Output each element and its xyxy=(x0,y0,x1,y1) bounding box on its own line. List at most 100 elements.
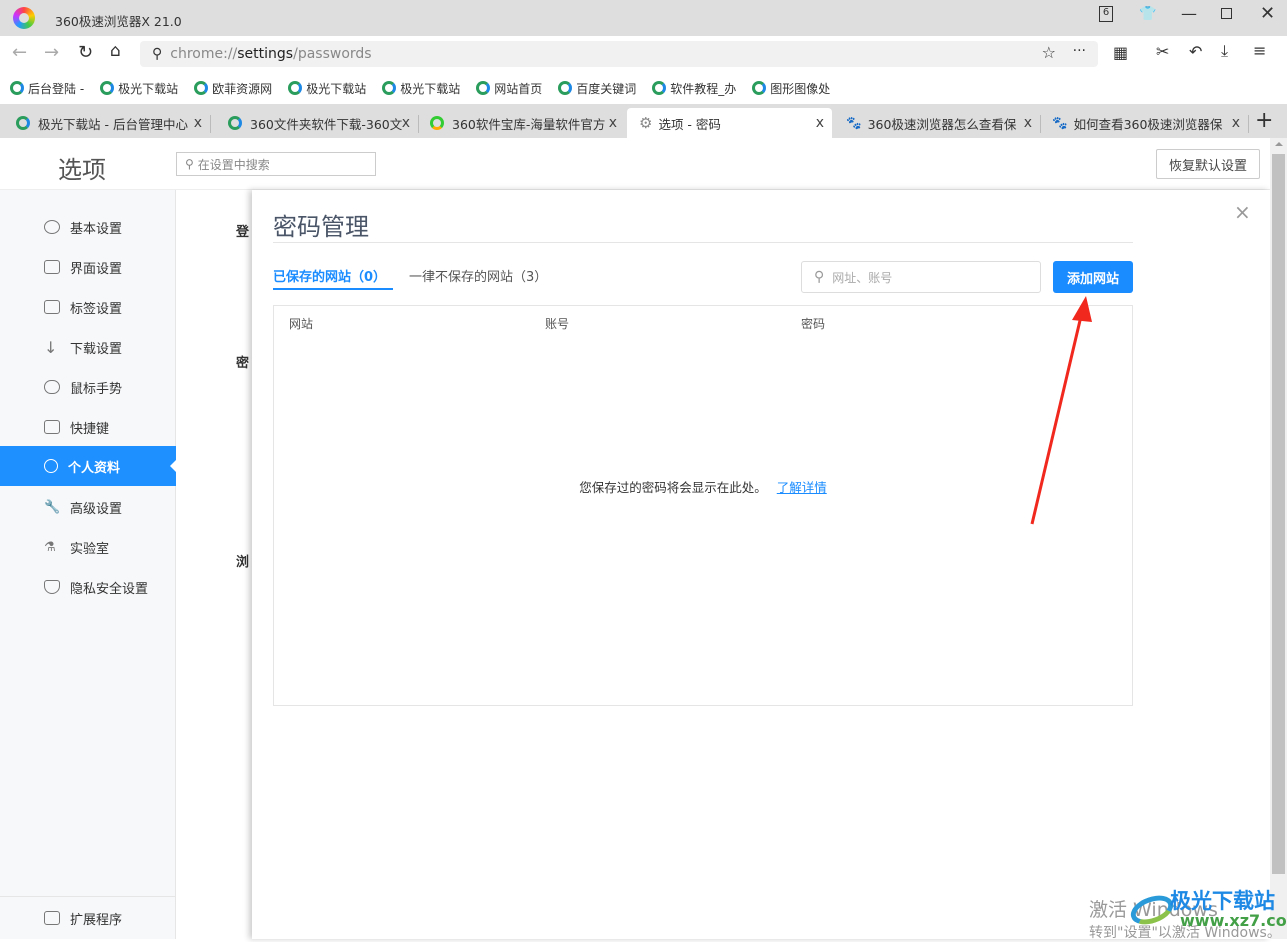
title-bar: 360极速浏览器X 21.0 6 👕 — ✕ xyxy=(0,0,1287,36)
wrench-icon: 🔧 xyxy=(44,499,61,515)
sidebar-item-interface[interactable]: 界面设置 xyxy=(0,247,176,287)
bookmark-icon xyxy=(288,81,303,95)
bookmark[interactable]: 软件教程_办 xyxy=(652,80,736,97)
page-title: 选项 xyxy=(58,156,106,184)
apps-icon[interactable]: ▦ xyxy=(1113,43,1128,62)
close-tab-icon[interactable]: x xyxy=(194,115,202,131)
sidebar-item-tabs[interactable]: 标签设置 xyxy=(0,287,176,327)
sidebar-item-privacy[interactable]: 隐私安全设置 xyxy=(0,567,176,607)
minimize-button[interactable]: — xyxy=(1181,4,1197,23)
empty-state-text: 您保存过的密码将会显示在此处。 xyxy=(579,480,767,495)
settings-icon xyxy=(44,220,60,234)
url-prefix: chrome:// xyxy=(170,46,238,62)
mouse-icon xyxy=(44,380,60,394)
restore-defaults-button[interactable]: 恢复默认设置 xyxy=(1156,149,1260,179)
bookmark-icon xyxy=(476,81,491,95)
bookmark-icon xyxy=(752,81,767,95)
back-icon[interactable]: ← xyxy=(12,42,27,63)
tab[interactable]: 极光下载站 - 后台管理中心 x xyxy=(0,108,210,138)
bookmark-icon xyxy=(652,81,667,95)
bookmark[interactable]: 极光下载站 xyxy=(288,80,366,97)
extension-icon xyxy=(44,911,60,925)
scrollbar[interactable] xyxy=(1270,138,1287,939)
dialog-title: 密码管理 xyxy=(273,213,369,241)
bookmark[interactable]: 图形图像处 xyxy=(752,80,830,97)
search-icon: ⚲ xyxy=(152,46,163,62)
browser-logo-icon xyxy=(13,7,35,29)
tab[interactable]: 360文件夹软件下载-360文 x xyxy=(212,108,418,138)
url-host: settings xyxy=(237,46,294,62)
bookmark[interactable]: 网站首页 xyxy=(476,80,542,97)
baidu-paw-icon: 🐾 xyxy=(1052,115,1068,130)
toolbar: ← → ↻ ⌂ ⚲ chrome://settings/passwords ☆ … xyxy=(0,36,1287,72)
undo-icon[interactable]: ↶ xyxy=(1189,42,1202,61)
new-tab-button[interactable]: + xyxy=(1255,108,1273,133)
password-search-input[interactable]: ⚲ 网址、账号 xyxy=(801,261,1041,293)
close-dialog-button[interactable]: × xyxy=(1234,200,1251,224)
sidebar-item-mouse[interactable]: 鼠标手势 xyxy=(0,367,176,407)
bookmark[interactable]: 极光下载站 xyxy=(382,80,460,97)
bookmark[interactable]: 极光下载站 xyxy=(100,80,178,97)
download-icon: ↓ xyxy=(44,337,58,357)
keyboard-icon xyxy=(44,420,60,434)
star-icon[interactable]: ☆ xyxy=(1042,43,1056,62)
forward-icon[interactable]: → xyxy=(44,42,59,63)
close-tab-icon[interactable]: x xyxy=(1024,115,1032,131)
tab-icon xyxy=(44,300,60,314)
sidebar-item-profile[interactable]: 个人资料 xyxy=(0,446,176,486)
tab[interactable]: 360软件宝库-海量软件官方 x xyxy=(420,108,625,138)
sidebar-item-extensions[interactable]: 扩展程序 xyxy=(0,898,176,938)
close-tab-icon[interactable]: x xyxy=(816,115,824,131)
bookmark[interactable]: 欧菲资源网 xyxy=(194,80,272,97)
tab[interactable]: 🐾 如何查看360极速浏览器保 x xyxy=(1042,108,1248,138)
menu-icon[interactable]: ≡ xyxy=(1253,41,1266,60)
passwords-table: 网站 账号 密码 您保存过的密码将会显示在此处。 了解详情 xyxy=(273,305,1133,706)
red-arrow-annotation xyxy=(1030,296,1092,525)
bookmark[interactable]: 后台登陆 - xyxy=(10,80,84,97)
bookmark-icon xyxy=(382,81,397,95)
more-icon[interactable]: ··· xyxy=(1073,43,1086,59)
tab-never-saved[interactable]: 一律不保存的网站（3） xyxy=(409,266,547,285)
learn-more-link[interactable]: 了解详情 xyxy=(777,480,827,495)
sidebar-item-advanced[interactable]: 🔧 高级设置 xyxy=(0,487,176,527)
sidebar: 基本设置 界面设置 标签设置 ↓ 下载设置 鼠标手势 快捷键 个人资料 🔧 高级设置… xyxy=(0,190,176,939)
window-icon xyxy=(44,260,60,274)
gear-icon: ⚙ xyxy=(639,114,653,132)
column-header-account: 账号 xyxy=(545,317,570,331)
address-bar[interactable]: ⚲ chrome://settings/passwords ☆ ··· xyxy=(140,41,1098,67)
tab-count-badge[interactable]: 6 xyxy=(1099,6,1113,22)
close-tab-icon[interactable]: x xyxy=(1232,115,1240,131)
close-tab-icon[interactable]: x xyxy=(402,115,410,131)
bookmark-icon xyxy=(558,81,573,95)
sidebar-item-lab[interactable]: ⚗ 实验室 xyxy=(0,527,176,567)
home-icon[interactable]: ⌂ xyxy=(110,41,121,61)
reload-icon[interactable]: ↻ xyxy=(78,42,93,63)
baidu-paw-icon: 🐾 xyxy=(846,115,862,130)
download-icon[interactable]: ⤓ xyxy=(1221,41,1228,61)
password-manager-dialog: 密码管理 × 已保存的网站（0） 一律不保存的网站（3） ⚲ 网址、账号 添加网站… xyxy=(252,190,1270,939)
sidebar-item-shortcuts[interactable]: 快捷键 xyxy=(0,407,176,447)
user-icon xyxy=(44,459,58,473)
skin-icon[interactable]: 👕 xyxy=(1139,6,1156,22)
scissors-icon[interactable]: ✂ xyxy=(1156,42,1169,61)
maximize-button[interactable] xyxy=(1221,8,1232,19)
bookmark-icon xyxy=(194,81,209,95)
active-tab-indicator xyxy=(273,288,393,290)
add-site-button[interactable]: 添加网站 xyxy=(1053,261,1133,293)
sidebar-item-download[interactable]: ↓ 下载设置 xyxy=(0,327,176,367)
column-header-site: 网站 xyxy=(289,317,314,331)
scrollbar-thumb[interactable] xyxy=(1272,154,1285,874)
tab-strip: 极光下载站 - 后台管理中心 x 360文件夹软件下载-360文 x 360软件宝库… xyxy=(0,104,1287,138)
favicon-icon xyxy=(16,116,30,130)
close-tab-icon[interactable]: x xyxy=(609,115,617,131)
settings-search-input[interactable]: ⚲ 在设置中搜索 xyxy=(176,152,376,176)
tab-active[interactable]: ⚙ 选项 - 密码 x xyxy=(627,108,832,138)
search-icon: ⚲ xyxy=(185,157,194,171)
close-window-button[interactable]: ✕ xyxy=(1260,3,1275,24)
bookmark[interactable]: 百度关键词 xyxy=(558,80,636,97)
sidebar-item-basic[interactable]: 基本设置 xyxy=(0,207,176,247)
tab-saved-sites[interactable]: 已保存的网站（0） xyxy=(273,266,386,285)
tab[interactable]: 🐾 360极速浏览器怎么查看保 x xyxy=(834,108,1040,138)
bookmarks-bar: 后台登陆 - 极光下载站 欧菲资源网 极光下载站 极光下载站 网站首页 百度关键… xyxy=(0,72,1287,104)
shield-icon xyxy=(44,580,60,594)
